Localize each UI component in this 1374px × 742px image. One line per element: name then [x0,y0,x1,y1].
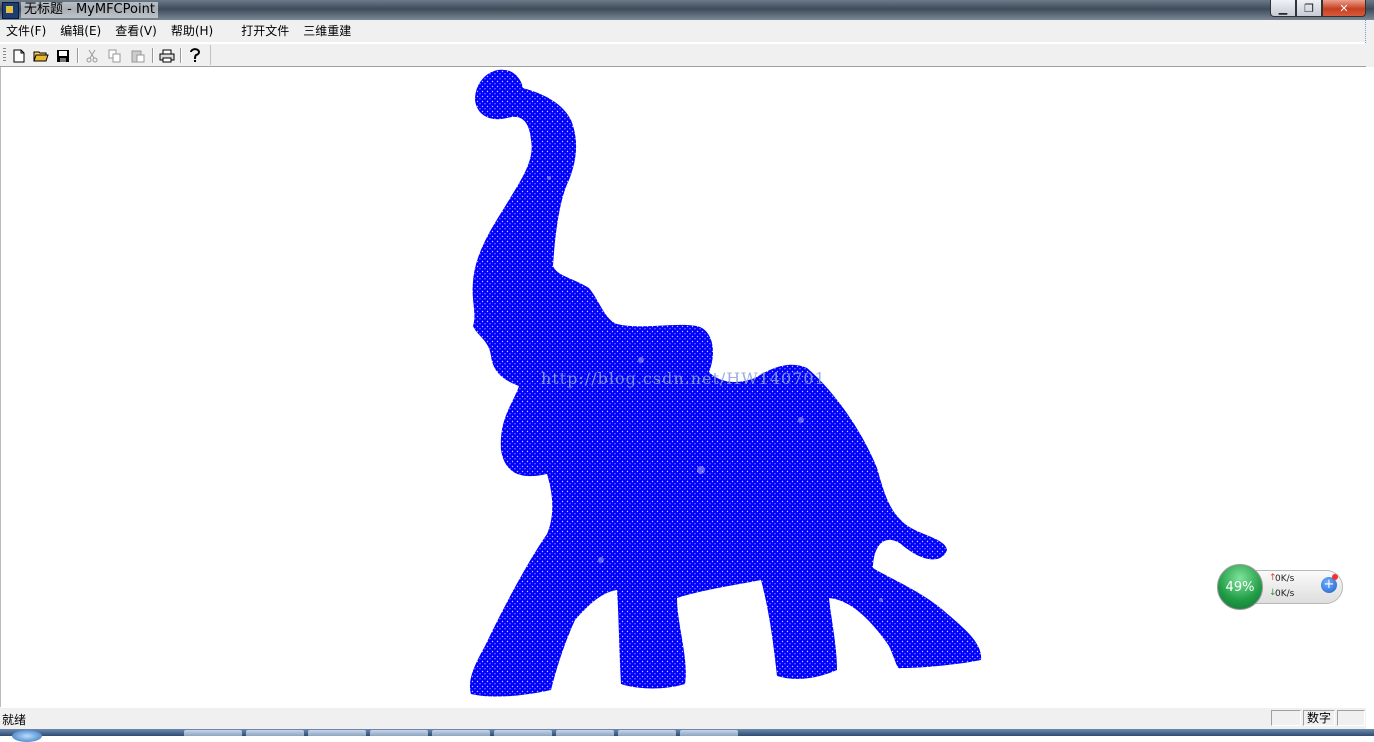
taskbar-item[interactable] [494,730,552,736]
minimize-icon: ▁ [1278,1,1288,15]
status-text: 就绪 [2,713,27,727]
help-icon [190,48,200,62]
memory-usage-ball[interactable]: 49% [1217,564,1263,610]
taskbar-item[interactable] [370,730,428,736]
print-icon [159,49,175,62]
upload-speed: 0K/s [1275,574,1295,584]
taskbar-item[interactable] [184,730,242,736]
new-file-icon [13,49,25,62]
toolbar-separator [152,48,154,63]
save-button[interactable] [54,47,72,64]
save-icon [57,49,69,62]
status-pane-scroll [1337,710,1365,726]
taskbar [0,729,1374,742]
close-button[interactable]: ✕ [1322,0,1366,17]
toolbar-strip [8,45,211,65]
window-right-edge [1365,20,1374,67]
toolbar [0,43,1366,67]
toolbar-separator [77,48,79,63]
toolbar-separator [180,48,182,63]
status-bar: 就绪 数字 [0,708,1366,729]
paste-button[interactable] [129,47,147,64]
toolbar-grip[interactable] [3,48,6,63]
menu-bar: 文件(F) 编辑(E) 查看(V) 帮助(H) 打开文件 三维重建 [0,20,1366,42]
taskbar-item[interactable] [246,730,304,736]
print-button[interactable] [158,47,176,64]
taskbar-item[interactable] [680,730,738,736]
copy-icon [108,49,121,62]
network-monitor-widget[interactable]: 49% ↑ 0K/s ↓ 0K/s + [1217,564,1345,610]
taskbar-item[interactable] [432,730,490,736]
open-file-button[interactable] [32,47,50,64]
window-title: 无标题 - MyMFCPoint [21,2,158,18]
window-controls: ▁ ❐ ✕ [1270,0,1366,17]
start-button[interactable] [12,730,42,742]
taskbar-item[interactable] [308,730,366,736]
restore-button[interactable]: ❐ [1296,0,1322,17]
taskbar-item[interactable] [618,730,676,736]
watermark-text: http://blog.csdn.net/HW140701 [541,369,826,388]
menu-edit[interactable]: 编辑(E) [53,20,108,42]
menu-3d-reconstruction[interactable]: 三维重建 [296,20,358,42]
menu-view[interactable]: 查看(V) [108,20,164,42]
app-icon[interactable] [2,2,19,19]
close-icon: ✕ [1339,1,1349,15]
minimize-button[interactable]: ▁ [1270,0,1296,17]
restore-icon: ❐ [1304,1,1314,15]
status-pane-num: 数字 [1303,710,1335,726]
paste-icon [131,50,145,62]
notification-dot [1332,574,1338,580]
status-pane-caps [1271,710,1301,726]
help-button[interactable] [186,47,204,64]
cut-button[interactable] [83,47,101,64]
menu-file[interactable]: 文件(F) [0,20,53,42]
new-file-button[interactable] [10,47,28,64]
cut-icon [86,49,98,62]
open-folder-icon [33,51,49,62]
menu-help[interactable]: 帮助(H) [164,20,220,42]
download-speed: 0K/s [1275,589,1295,599]
view-canvas[interactable]: http://blog.csdn.net/HW140701 49% ↑ 0K/s… [0,67,1366,707]
menu-open-file[interactable]: 打开文件 [234,20,296,42]
title-bar: 无标题 - MyMFCPoint ▁ ❐ ✕ [0,0,1374,20]
taskbar-item[interactable] [556,730,614,736]
copy-button[interactable] [106,47,124,64]
